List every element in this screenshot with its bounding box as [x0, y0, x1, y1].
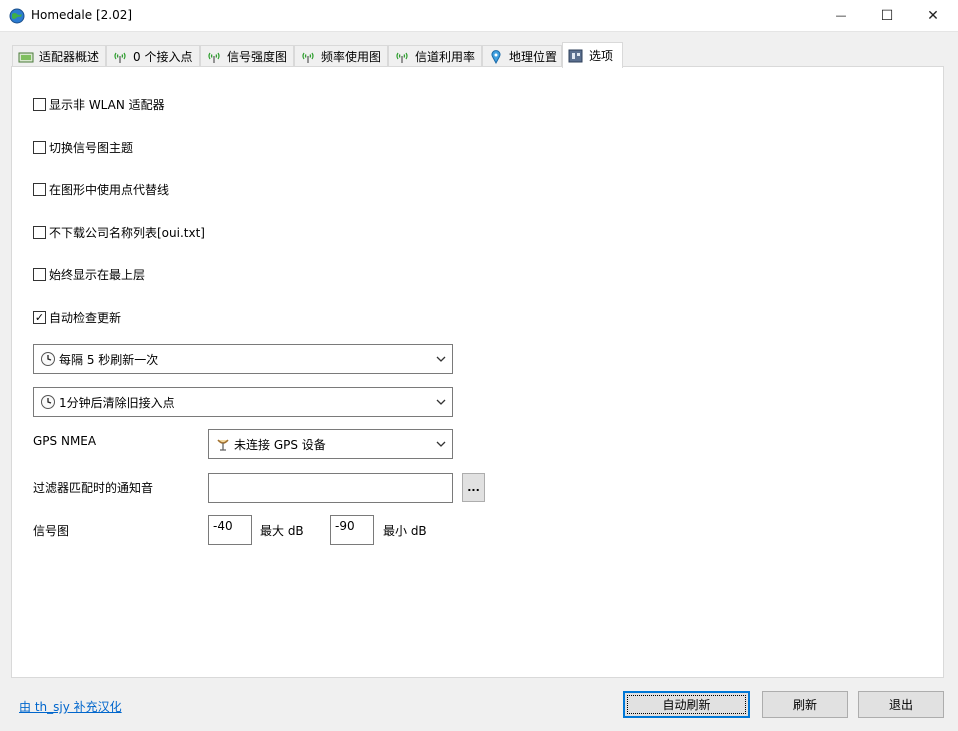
- tab-label: 地理位置: [508, 50, 557, 64]
- max-db-value: -40: [213, 519, 233, 533]
- window-title: Homedale [2.02]: [31, 8, 133, 22]
- tab-label: 适配器概述: [39, 50, 100, 64]
- min-db-label: 最小 dB: [383, 524, 427, 538]
- select-value: 未连接 GPS 设备: [234, 437, 326, 452]
- tab-label: 信号强度图: [227, 50, 288, 64]
- refresh-button[interactable]: 刷新: [762, 691, 848, 718]
- checkbox-use-dots[interactable]: 在图形中使用点代替线: [33, 181, 169, 198]
- sound-label: 过滤器匹配时的通知音: [33, 481, 154, 495]
- signal-graph-label: 信号图: [33, 524, 70, 538]
- clear-old-ap-select[interactable]: 1分钟后清除旧接入点: [33, 387, 453, 417]
- tab-label: 频率使用图: [321, 50, 382, 64]
- exit-button[interactable]: 退出: [858, 691, 944, 718]
- clock-icon: [41, 395, 55, 409]
- checkbox-show-non-wlan[interactable]: 显示非 WLAN 适配器: [33, 96, 165, 113]
- antenna-icon: [114, 52, 126, 63]
- tab-adapter-overview[interactable]: 适配器概述: [12, 45, 106, 67]
- options-icon: [568, 49, 583, 62]
- auto-refresh-button[interactable]: 自动刷新: [623, 691, 750, 718]
- chevron-down-icon: [436, 356, 446, 362]
- tab-geo-location[interactable]: 地理位置: [482, 45, 562, 67]
- checkbox-label: 自动检查更新: [49, 311, 122, 325]
- checkbox-auto-update[interactable]: ✓ 自动检查更新: [33, 309, 121, 326]
- max-db-input[interactable]: -40: [208, 515, 252, 545]
- gps-label: GPS NMEA: [33, 434, 97, 448]
- focus-rect: [627, 695, 746, 714]
- select-value: 1分钟后清除旧接入点: [59, 395, 175, 410]
- sound-file-input[interactable]: [208, 473, 453, 503]
- checkbox-always-on-top[interactable]: 始终显示在最上层: [33, 266, 145, 283]
- checkbox-switch-theme[interactable]: 切换信号图主题: [33, 139, 133, 156]
- check-icon: ✓: [34, 311, 45, 324]
- chevron-down-icon: [436, 441, 446, 447]
- tab-frequency-usage[interactable]: 频率使用图: [294, 45, 388, 67]
- button-label: 退出: [888, 698, 913, 712]
- checkbox-label: 不下载公司名称列表[oui.txt]: [49, 226, 205, 240]
- checkbox-label: 在图形中使用点代替线: [49, 183, 170, 197]
- tab-access-points[interactable]: 0 个接入点: [106, 45, 200, 67]
- map-pin-icon: [491, 49, 501, 64]
- refresh-interval-select[interactable]: 每隔 5 秒刷新一次: [33, 344, 453, 374]
- min-db-value: -90: [335, 519, 355, 533]
- tab-channel-utilization[interactable]: 信道利用率: [388, 45, 482, 67]
- checkbox-label: 显示非 WLAN 适配器: [49, 98, 165, 112]
- checkbox-box[interactable]: ✓: [33, 311, 46, 324]
- browse-button[interactable]: ...: [462, 473, 485, 502]
- checkbox-box[interactable]: [33, 183, 46, 196]
- satellite-dish-icon: [217, 439, 229, 451]
- close-icon: ✕: [927, 7, 939, 24]
- checkbox-box[interactable]: [33, 268, 46, 281]
- tab-signal-graph[interactable]: 信号强度图: [200, 45, 294, 67]
- minimize-icon: —: [835, 9, 847, 22]
- close-button[interactable]: ✕: [910, 0, 956, 31]
- checkbox-no-oui-download[interactable]: 不下载公司名称列表[oui.txt]: [33, 224, 205, 241]
- globe-icon: [9, 8, 25, 24]
- chevron-down-icon: [436, 399, 446, 405]
- max-db-label: 最大 dB: [260, 524, 304, 538]
- checkbox-box[interactable]: [33, 226, 46, 239]
- checkbox-box[interactable]: [33, 98, 46, 111]
- checkbox-box[interactable]: [33, 141, 46, 154]
- tab-options[interactable]: 选项: [562, 42, 623, 68]
- min-db-input[interactable]: -90: [330, 515, 374, 545]
- options-panel: 显示非 WLAN 适配器 切换信号图主题 在图形中使用点代替线 不下载公司名称列…: [11, 66, 944, 678]
- antenna-icon: [396, 52, 408, 63]
- button-label: 刷新: [792, 698, 817, 712]
- clock-icon: [41, 352, 55, 366]
- tab-label: 0 个接入点: [133, 50, 193, 64]
- select-value: 每隔 5 秒刷新一次: [59, 352, 159, 367]
- antenna-icon: [302, 52, 314, 63]
- checkbox-label: 始终显示在最上层: [49, 268, 146, 282]
- tab-strip: 适配器概述 0 个接入点 信号强度图 频率使用图 信道利用率 地理位置 选项: [0, 42, 958, 68]
- tab-label: 选项: [589, 49, 614, 63]
- title-bar: Homedale [2.02] — ☐ ✕: [0, 0, 958, 32]
- antenna-icon: [208, 52, 220, 63]
- maximize-icon: ☐: [880, 7, 894, 24]
- minimize-button[interactable]: —: [818, 0, 864, 31]
- maximize-button[interactable]: ☐: [864, 0, 910, 31]
- browse-label: ...: [467, 481, 480, 494]
- tab-label: 信道利用率: [415, 50, 476, 64]
- credit-link[interactable]: 由 th_sjy 补充汉化: [19, 698, 122, 715]
- checkbox-label: 切换信号图主题: [49, 141, 134, 155]
- gps-device-select[interactable]: 未连接 GPS 设备: [208, 429, 453, 459]
- adapter-icon: [18, 52, 34, 62]
